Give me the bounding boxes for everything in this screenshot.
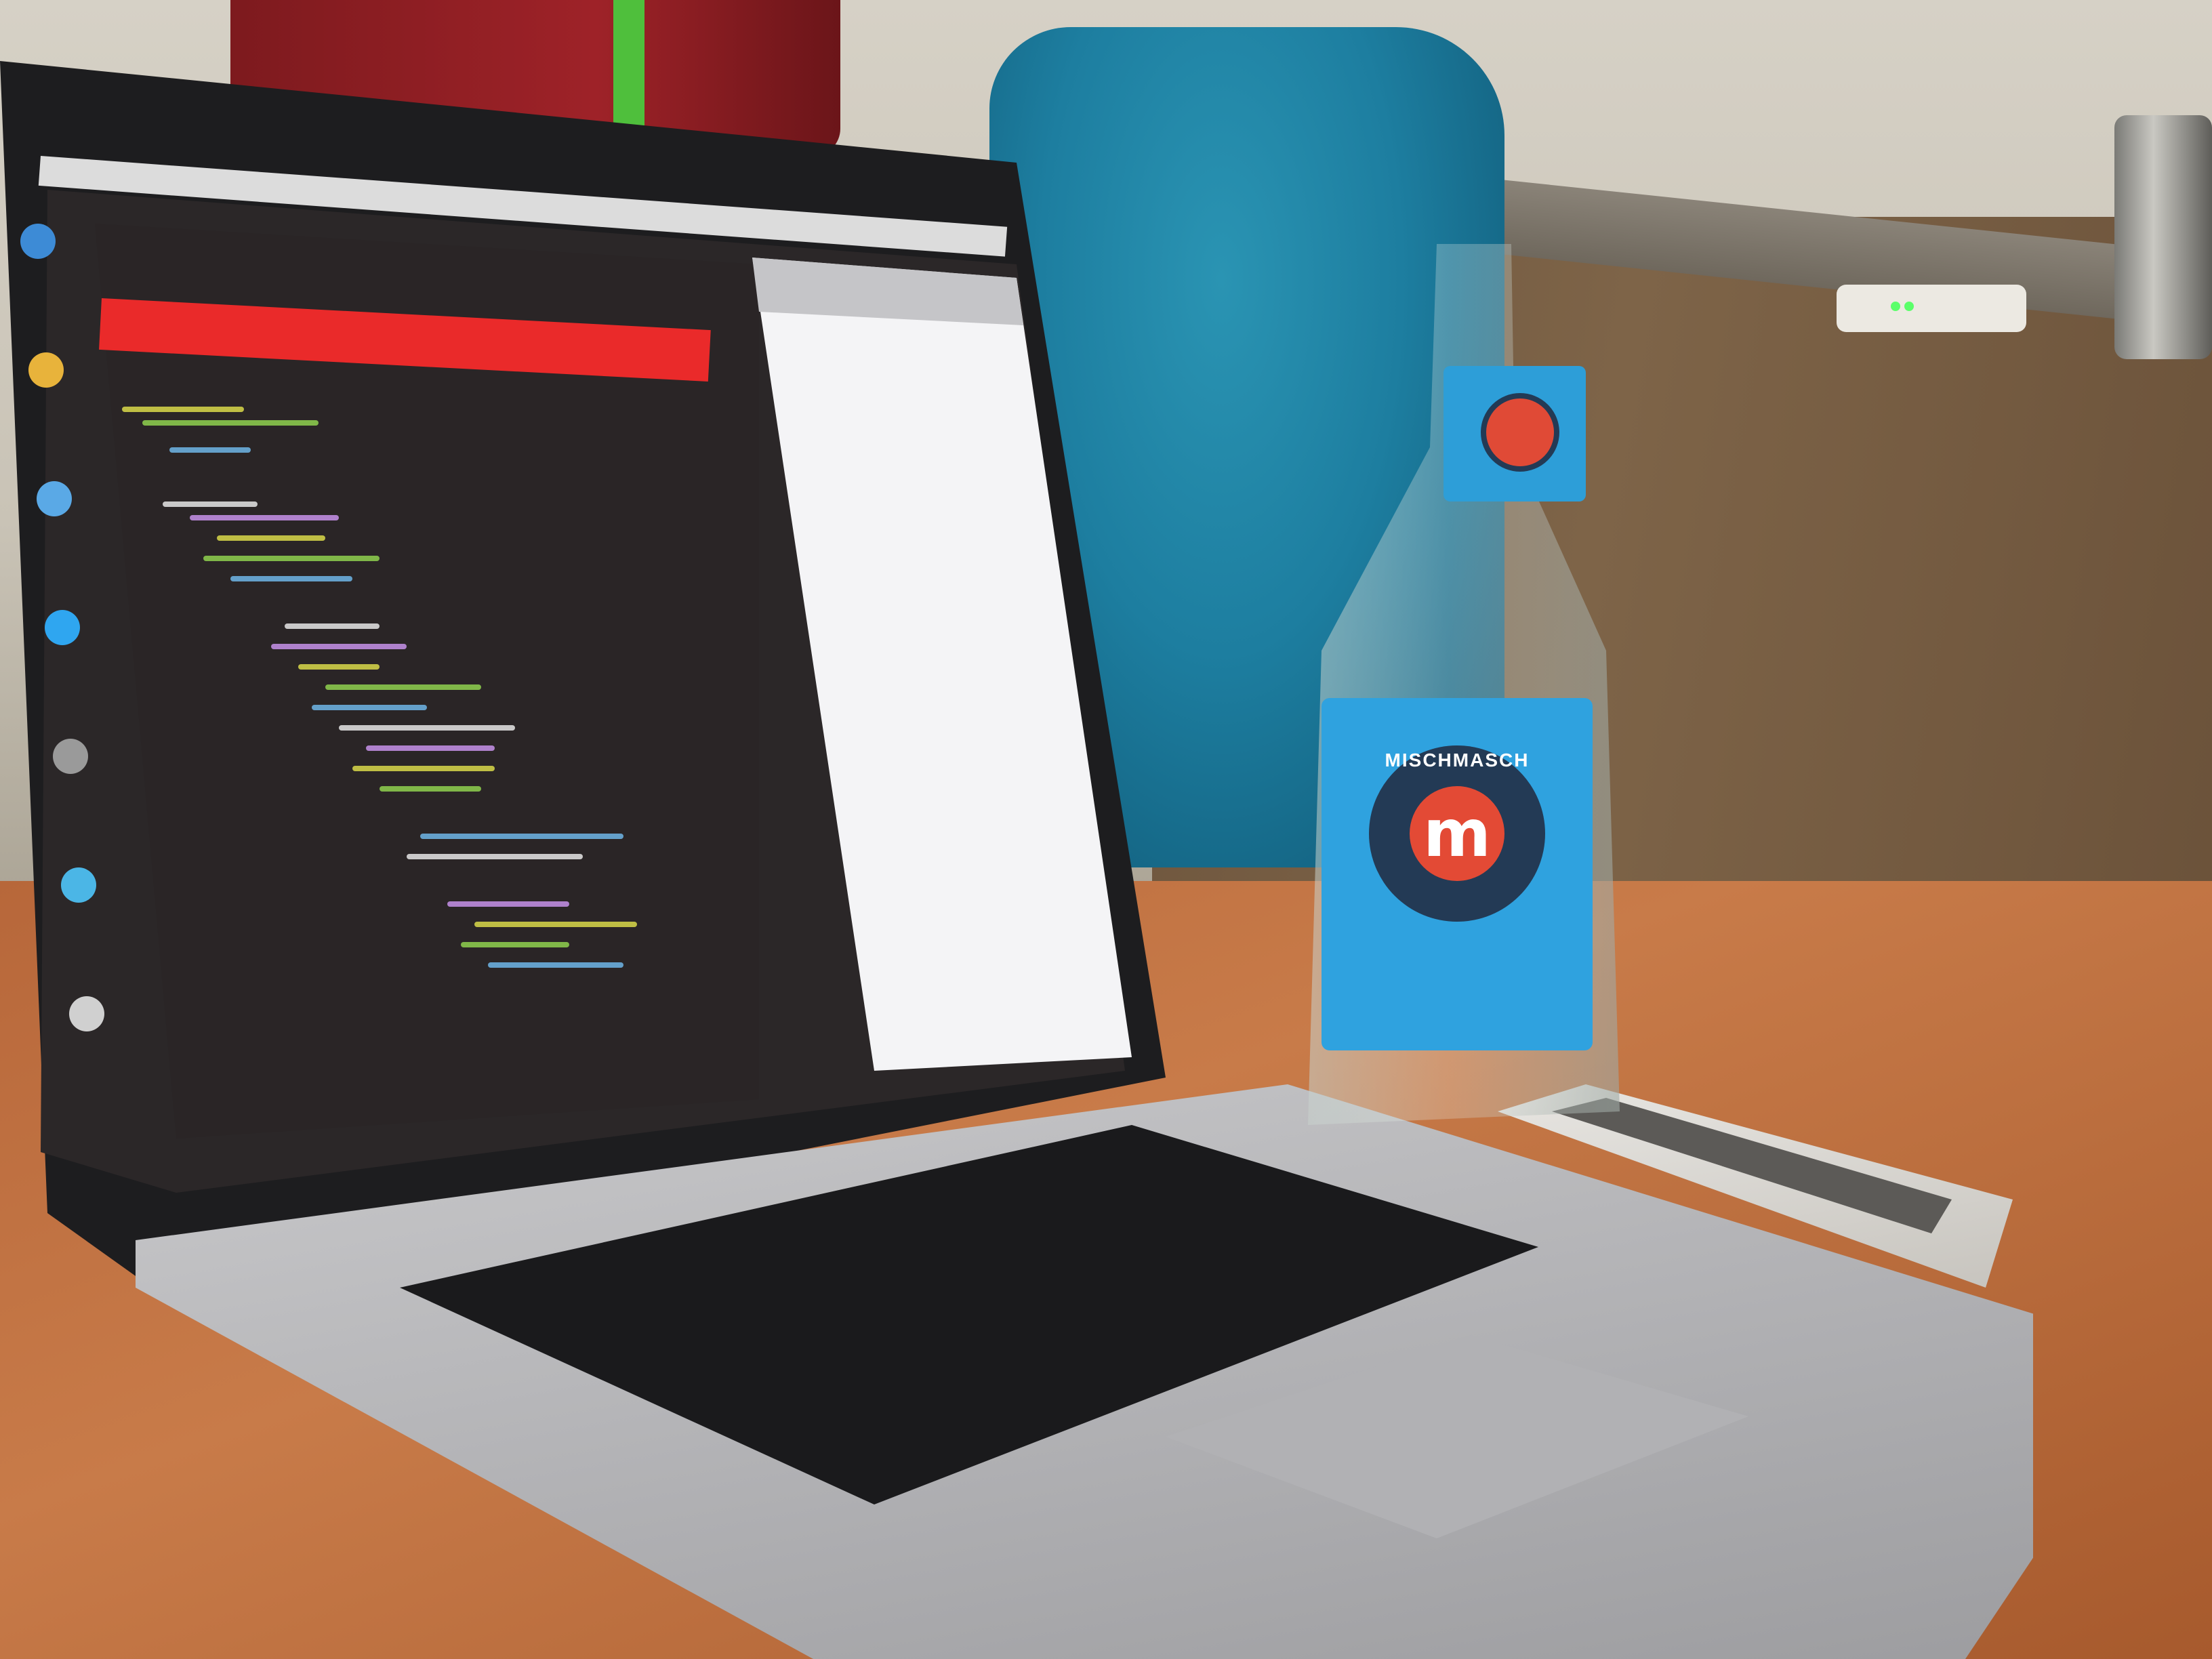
- finder-icon[interactable]: [20, 224, 56, 259]
- code-line: [203, 556, 380, 561]
- app-dock[interactable]: [14, 203, 169, 1152]
- twitter-icon[interactable]: [45, 610, 80, 645]
- code-line: [285, 623, 380, 629]
- settings-icon[interactable]: [53, 739, 88, 774]
- code-line: [163, 501, 258, 507]
- code-line: [447, 901, 569, 907]
- safari-icon[interactable]: [61, 867, 96, 903]
- code-line: [217, 535, 325, 541]
- neck-logo-icon: [1481, 393, 1559, 472]
- bottle-label: MISCHMASCH m: [1322, 698, 1593, 1050]
- metal-canister: [2114, 115, 2212, 359]
- code-line: [298, 664, 380, 670]
- code-line: [407, 854, 583, 859]
- code-line: [352, 766, 495, 771]
- code-line: [271, 644, 407, 649]
- green-pole: [613, 0, 644, 136]
- chrome-icon[interactable]: [28, 352, 64, 388]
- code-line: [230, 576, 352, 581]
- trash-icon[interactable]: [69, 996, 104, 1031]
- code-line: [366, 745, 495, 751]
- code-line: [380, 786, 481, 792]
- code-line: [474, 922, 637, 927]
- bottle-neck-label: [1443, 366, 1586, 501]
- mail-icon[interactable]: [37, 481, 72, 516]
- code-line: [461, 942, 569, 947]
- label-brand-text: MISCHMASCH: [1385, 750, 1530, 771]
- label-seal: MISCHMASCH m: [1369, 745, 1545, 922]
- router-device: [1837, 285, 2026, 332]
- code-line: [339, 725, 515, 731]
- code-line: [169, 447, 251, 453]
- code-line: [312, 705, 427, 710]
- code-line: [420, 834, 623, 839]
- router-status-lights: [1891, 302, 1931, 311]
- code-line: [325, 684, 481, 690]
- code-line: [190, 515, 339, 520]
- code-line: [488, 962, 623, 968]
- label-logo-letter: m: [1410, 786, 1504, 881]
